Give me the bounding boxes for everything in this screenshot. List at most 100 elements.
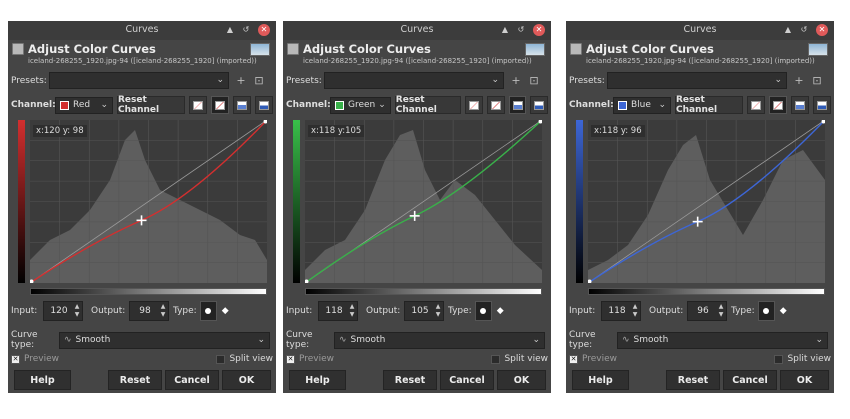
split-view-label: Split view	[229, 354, 273, 364]
curves-tool-icon	[12, 43, 24, 55]
corner-point-icon[interactable]: ◆	[222, 306, 229, 316]
spinner-arrows-icon[interactable]: ▲ ▼	[434, 303, 442, 319]
channel-combo[interactable]: Blue ⌄	[613, 96, 671, 114]
chevron-down-icon: ⌄	[532, 334, 540, 345]
channel-combo[interactable]: Green ⌄	[330, 96, 391, 114]
histogram-view-button[interactable]	[508, 96, 527, 114]
reset-button[interactable]: Reset	[108, 370, 162, 390]
histogram-view-button[interactable]	[233, 96, 251, 114]
spinner-arrows-icon[interactable]: ▲ ▼	[717, 303, 725, 319]
histogram-view-alt-button[interactable]	[530, 96, 548, 114]
curve-type-combo[interactable]: ∿ Smooth ⌄	[334, 331, 545, 349]
spinner-arrows-icon[interactable]: ▲ ▼	[73, 303, 81, 319]
smooth-point-button[interactable]	[199, 301, 217, 321]
cancel-button[interactable]: Cancel	[723, 370, 777, 390]
preset-menu-icon[interactable]: ⊡	[811, 74, 823, 87]
presets-combo[interactable]: ⌄	[324, 72, 504, 89]
channel-label: Channel:	[286, 100, 331, 110]
restore-icon[interactable]: ↺	[798, 24, 810, 36]
histogram-icon	[512, 100, 523, 110]
presets-label: Presets:	[569, 75, 605, 86]
channel-combo[interactable]: Red ⌄	[55, 96, 113, 114]
chevron-down-icon: ⌄	[100, 99, 108, 110]
restore-icon[interactable]: ↺	[240, 24, 252, 36]
close-icon[interactable]: ✕	[816, 24, 828, 36]
ok-button[interactable]: OK	[222, 370, 271, 390]
minimize-icon[interactable]: ▲	[499, 24, 511, 36]
log-histogram-button[interactable]	[487, 96, 505, 114]
split-view-checkbox[interactable]: Split view	[491, 354, 548, 364]
window-titlebar[interactable]: Curves ▲ ↺ ✕	[8, 21, 276, 40]
smooth-point-button[interactable]	[757, 301, 775, 321]
cancel-button[interactable]: Cancel	[440, 370, 494, 390]
presets-combo[interactable]: ⌄	[49, 72, 229, 89]
image-thumbnail	[525, 43, 545, 56]
preset-menu-icon[interactable]: ⊡	[528, 74, 540, 87]
ok-button[interactable]: OK	[780, 370, 829, 390]
window-titlebar[interactable]: Curves ▲ ↺ ✕	[566, 21, 834, 40]
curve-type-combo[interactable]: ∿ Smooth ⌄	[617, 331, 828, 349]
spinner-arrows-icon[interactable]: ▲ ▼	[348, 303, 356, 319]
help-button[interactable]: Help	[289, 370, 346, 390]
smooth-curve-icon: ∿	[622, 335, 630, 345]
presets-combo[interactable]: ⌄	[607, 72, 787, 89]
histogram-alt-icon	[817, 100, 827, 110]
curve-graph[interactable]	[588, 120, 825, 283]
spinner-arrows-icon[interactable]: ▲ ▼	[631, 303, 639, 319]
input-gradient-bar	[588, 288, 825, 295]
reset-button[interactable]: Reset	[666, 370, 720, 390]
linear-histogram-button[interactable]	[465, 96, 484, 114]
corner-point-icon[interactable]: ◆	[780, 306, 787, 316]
histogram-view-alt-button[interactable]	[255, 96, 273, 114]
dialog-heading: Adjust Color Curves	[303, 42, 431, 56]
help-button[interactable]: Help	[572, 370, 629, 390]
restore-icon[interactable]: ↺	[515, 24, 527, 36]
reset-channel-button[interactable]: Reset Channel	[117, 95, 185, 115]
close-icon[interactable]: ✕	[258, 24, 270, 36]
add-preset-icon[interactable]: +	[793, 74, 805, 87]
add-preset-icon[interactable]: +	[235, 74, 247, 87]
preview-checkbox[interactable]: ✕ Preview	[286, 354, 334, 364]
spinner-arrows-icon[interactable]: ▲ ▼	[159, 303, 167, 319]
input-spinner[interactable]: 118 ▲ ▼	[318, 301, 358, 321]
split-view-checkbox[interactable]: Split view	[216, 354, 273, 364]
preview-checkbox[interactable]: ✕ Preview	[11, 354, 59, 364]
chevron-down-icon: ⌄	[216, 75, 224, 85]
add-preset-icon[interactable]: +	[510, 74, 522, 87]
output-spinner[interactable]: 105 ▲ ▼	[404, 301, 444, 321]
input-spinner[interactable]: 118 ▲ ▼	[601, 301, 641, 321]
help-button[interactable]: Help	[14, 370, 71, 390]
input-spinner[interactable]: 120 ▲ ▼	[43, 301, 83, 321]
minimize-icon[interactable]: ▲	[782, 24, 794, 36]
log-histogram-button[interactable]	[211, 96, 229, 114]
cancel-button[interactable]: Cancel	[165, 370, 219, 390]
linear-histogram-button[interactable]	[747, 96, 765, 114]
checkbox-empty-icon	[774, 354, 784, 364]
output-spinner[interactable]: 98 ▲ ▼	[129, 301, 169, 321]
reset-channel-button[interactable]: Reset Channel	[394, 95, 462, 115]
close-icon[interactable]: ✕	[533, 24, 545, 36]
reset-button[interactable]: Reset	[383, 370, 437, 390]
curves-tool-icon	[570, 43, 582, 55]
histogram-view-alt-button[interactable]	[813, 96, 831, 114]
output-spinner[interactable]: 96 ▲ ▼	[687, 301, 727, 321]
preview-checkbox[interactable]: ✕ Preview	[569, 354, 617, 364]
corner-point-icon[interactable]: ◆	[497, 306, 504, 316]
curve-graph[interactable]	[30, 120, 267, 283]
histogram-view-button[interactable]	[791, 96, 809, 114]
image-subtitle: iceland-268255_1920.jpg-94 ([iceland-268…	[586, 57, 815, 65]
dialog-heading: Adjust Color Curves	[586, 42, 714, 56]
preset-menu-icon[interactable]: ⊡	[253, 74, 265, 87]
smooth-point-button[interactable]	[474, 301, 492, 321]
curves-dialog-blue: Curves ▲ ↺ ✕ Adjust Color Curves iceland…	[566, 21, 834, 393]
curve-graph[interactable]	[305, 120, 542, 283]
reset-channel-button[interactable]: Reset Channel	[675, 95, 743, 115]
curve-type-combo[interactable]: ∿ Smooth ⌄	[59, 331, 270, 349]
linear-histogram-button[interactable]	[189, 96, 207, 114]
ok-button[interactable]: OK	[497, 370, 546, 390]
log-histogram-button[interactable]	[769, 96, 787, 114]
minimize-icon[interactable]: ▲	[224, 24, 236, 36]
cursor-readout: x:120 y: 98	[33, 125, 87, 137]
split-view-checkbox[interactable]: Split view	[774, 354, 831, 364]
window-titlebar[interactable]: Curves ▲ ↺ ✕	[283, 21, 551, 40]
